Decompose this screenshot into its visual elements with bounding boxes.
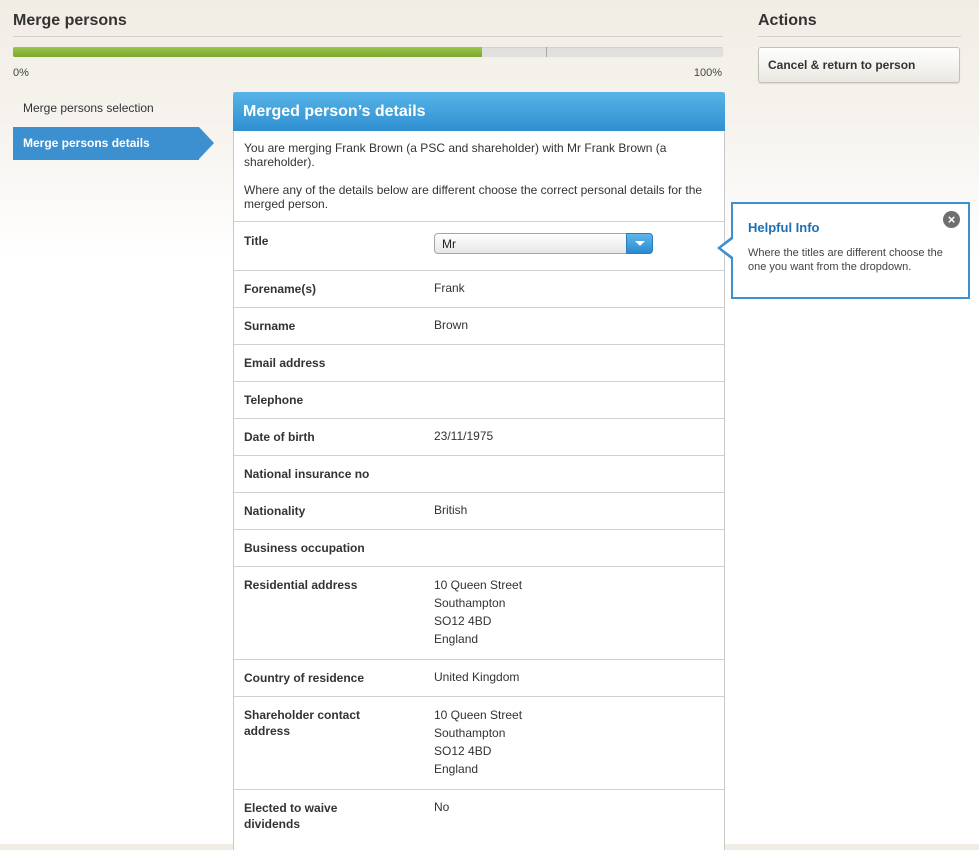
- detail-row-waive-dividends: Elected to waive dividends No: [234, 790, 724, 850]
- detail-row-forename: Forename(s) Frank: [234, 271, 724, 308]
- detail-row-shareholder-contact-address: Shareholder contact address 10 Queen Str…: [234, 697, 724, 790]
- detail-label: Elected to waive dividends: [244, 801, 338, 831]
- progress-bar: [13, 47, 723, 57]
- detail-row-date-of-birth: Date of birth 23/11/1975: [234, 419, 724, 456]
- detail-value: United Kingdom: [434, 670, 520, 684]
- detail-value: 10 Queen Street Southampton SO12 4BD Eng…: [434, 576, 522, 648]
- detail-row-email: Email address: [234, 345, 724, 382]
- detail-row-telephone: Telephone: [234, 382, 724, 419]
- actions-divider: [758, 36, 961, 37]
- detail-label: Date of birth: [244, 430, 315, 444]
- helpful-info-callout: Helpful Info Where the titles are differ…: [717, 202, 970, 299]
- detail-value: 10 Queen Street Southampton SO12 4BD Eng…: [434, 706, 522, 778]
- intro-paragraph-2: Where any of the details below are diffe…: [244, 183, 703, 211]
- address-line: Southampton: [434, 726, 506, 740]
- page-title: Merge persons: [13, 12, 127, 29]
- detail-label: Country of residence: [244, 671, 365, 685]
- step-merge-persons-selection[interactable]: Merge persons selection: [23, 101, 154, 115]
- address-line: 10 Queen Street: [434, 708, 523, 722]
- address-line: England: [434, 762, 479, 776]
- helpful-info-title: Helpful Info: [748, 220, 820, 235]
- progress-end-label: 100%: [693, 67, 722, 79]
- detail-value: British: [434, 503, 468, 517]
- title-select-value: Mr: [442, 237, 456, 251]
- detail-row-ni-number: National insurance no: [234, 456, 724, 493]
- progress-tick: [546, 47, 547, 57]
- detail-label: Business occupation: [244, 541, 365, 555]
- detail-row-nationality: Nationality British: [234, 493, 724, 530]
- merged-details-panel: Merged person’s details You are merging …: [233, 92, 725, 850]
- detail-label: Residential address: [244, 578, 358, 592]
- address-line: SO12 4BD: [434, 744, 492, 758]
- detail-row-surname: Surname Brown: [234, 308, 724, 345]
- detail-row-country-of-residence: Country of residence United Kingdom: [234, 660, 724, 697]
- detail-label: Surname: [244, 319, 296, 333]
- progress-fill: [13, 47, 482, 57]
- intro-paragraph-1: You are merging Frank Brown (a PSC and s…: [244, 141, 667, 169]
- detail-value: Frank: [434, 281, 465, 295]
- detail-label: Email address: [244, 356, 326, 370]
- detail-value: No: [434, 800, 450, 814]
- intro-text: You are merging Frank Brown (a PSC and s…: [234, 131, 724, 222]
- address-line: Southampton: [434, 596, 506, 610]
- panel-header: Merged person’s details: [233, 92, 725, 131]
- detail-label: Nationality: [244, 504, 306, 518]
- detail-label: Forename(s): [244, 282, 317, 296]
- title-divider: [13, 36, 723, 37]
- cancel-return-button[interactable]: Cancel & return to person: [758, 47, 960, 83]
- title-select[interactable]: Mr: [434, 233, 653, 254]
- step-merge-persons-details[interactable]: Merge persons details: [13, 127, 214, 160]
- close-icon[interactable]: ×: [943, 211, 960, 228]
- detail-value: Brown: [434, 318, 469, 332]
- chevron-down-icon[interactable]: [626, 233, 653, 254]
- helpful-info-text: Where the titles are different choose th…: [748, 247, 943, 273]
- detail-label: Telephone: [244, 393, 304, 407]
- progress-start-label: 0%: [13, 67, 29, 79]
- detail-value: 23/11/1975: [434, 429, 494, 443]
- actions-title: Actions: [758, 12, 817, 29]
- detail-label: Shareholder contact address: [244, 708, 361, 738]
- detail-label: Title: [244, 234, 269, 248]
- detail-row-business-occupation: Business occupation: [234, 530, 724, 567]
- address-line: 10 Queen Street: [434, 578, 523, 592]
- detail-label: National insurance no: [244, 467, 370, 481]
- address-line: SO12 4BD: [434, 614, 492, 628]
- detail-row-residential-address: Residential address 10 Queen Street Sout…: [234, 567, 724, 660]
- detail-row-title: Title Mr: [234, 222, 724, 271]
- address-line: England: [434, 632, 479, 646]
